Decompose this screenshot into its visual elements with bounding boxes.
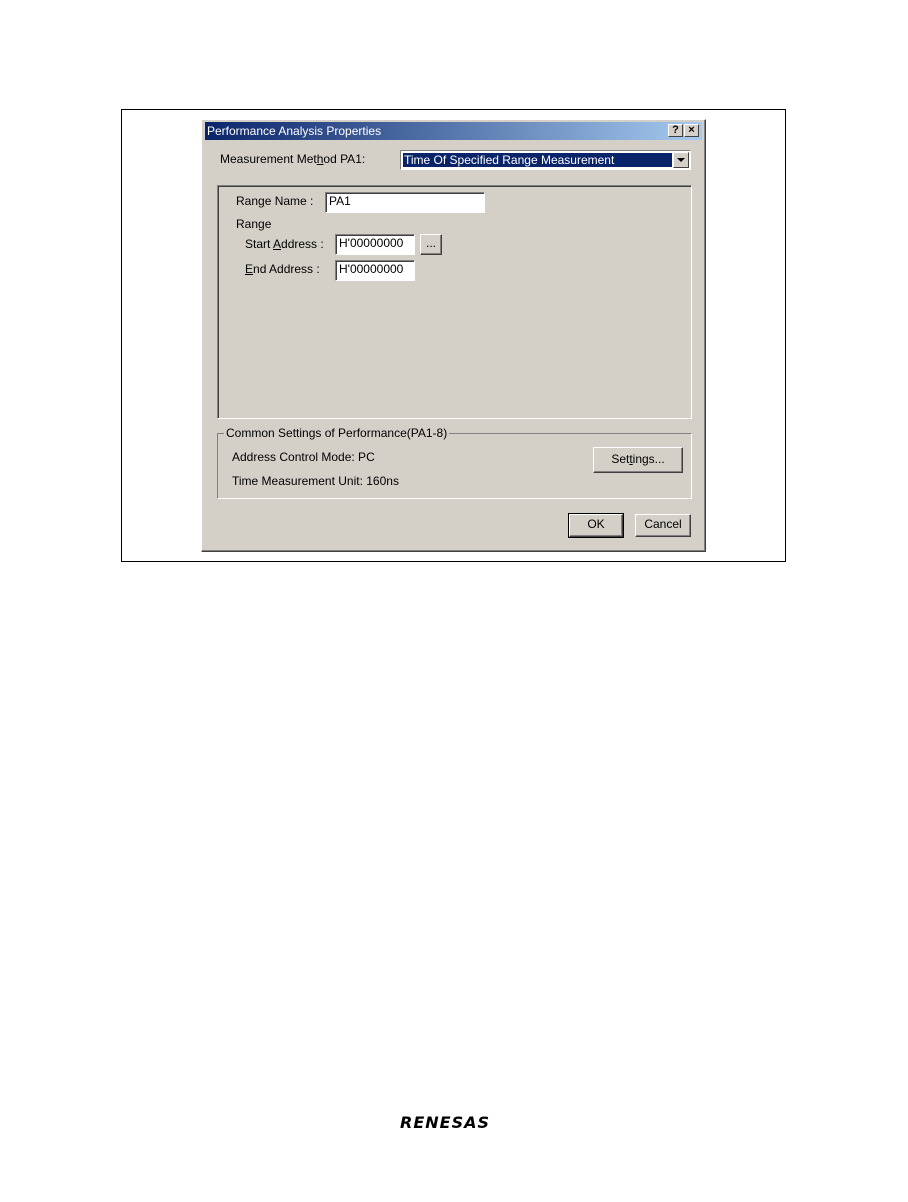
measurement-method-label: Measurement Method PA1:: [220, 152, 366, 166]
address-control-mode-text: Address Control Mode: PC: [232, 450, 375, 464]
chevron-down-icon[interactable]: [673, 152, 689, 168]
range-name-label: Range Name :: [236, 194, 314, 208]
help-button[interactable]: ?: [668, 124, 683, 137]
measurement-method-select[interactable]: Time Of Specified Range Measurement: [400, 150, 691, 170]
close-button[interactable]: ×: [684, 124, 699, 137]
settings-button[interactable]: Settings...: [593, 447, 683, 473]
common-settings-group: Common Settings of Performance(PA1-8) Ad…: [217, 426, 692, 499]
ok-button[interactable]: OK: [568, 513, 624, 538]
cancel-button[interactable]: Cancel: [635, 514, 691, 537]
measurement-method-value: Time Of Specified Range Measurement: [403, 153, 672, 167]
renesas-logo: RENESAS: [400, 1113, 490, 1132]
range-label: Range: [236, 217, 272, 231]
start-address-input[interactable]: H'00000000: [335, 234, 415, 255]
performance-analysis-dialog: Performance Analysis Properties ? × Meas…: [201, 119, 706, 552]
start-address-label: Start Address :: [245, 237, 324, 251]
end-address-label: End Address :: [245, 262, 320, 276]
end-address-input[interactable]: H'00000000: [335, 260, 415, 281]
browse-address-button[interactable]: ...: [420, 234, 442, 255]
dialog-title: Performance Analysis Properties: [207, 124, 382, 138]
title-bar[interactable]: Performance Analysis Properties ? ×: [205, 122, 702, 140]
range-panel: Range Name : PA1 Range Start Address : H…: [217, 185, 692, 419]
common-settings-title: Common Settings of Performance(PA1-8): [224, 426, 450, 440]
time-measurement-unit-text: Time Measurement Unit: 160ns: [232, 474, 399, 488]
range-name-input[interactable]: PA1: [325, 192, 485, 213]
